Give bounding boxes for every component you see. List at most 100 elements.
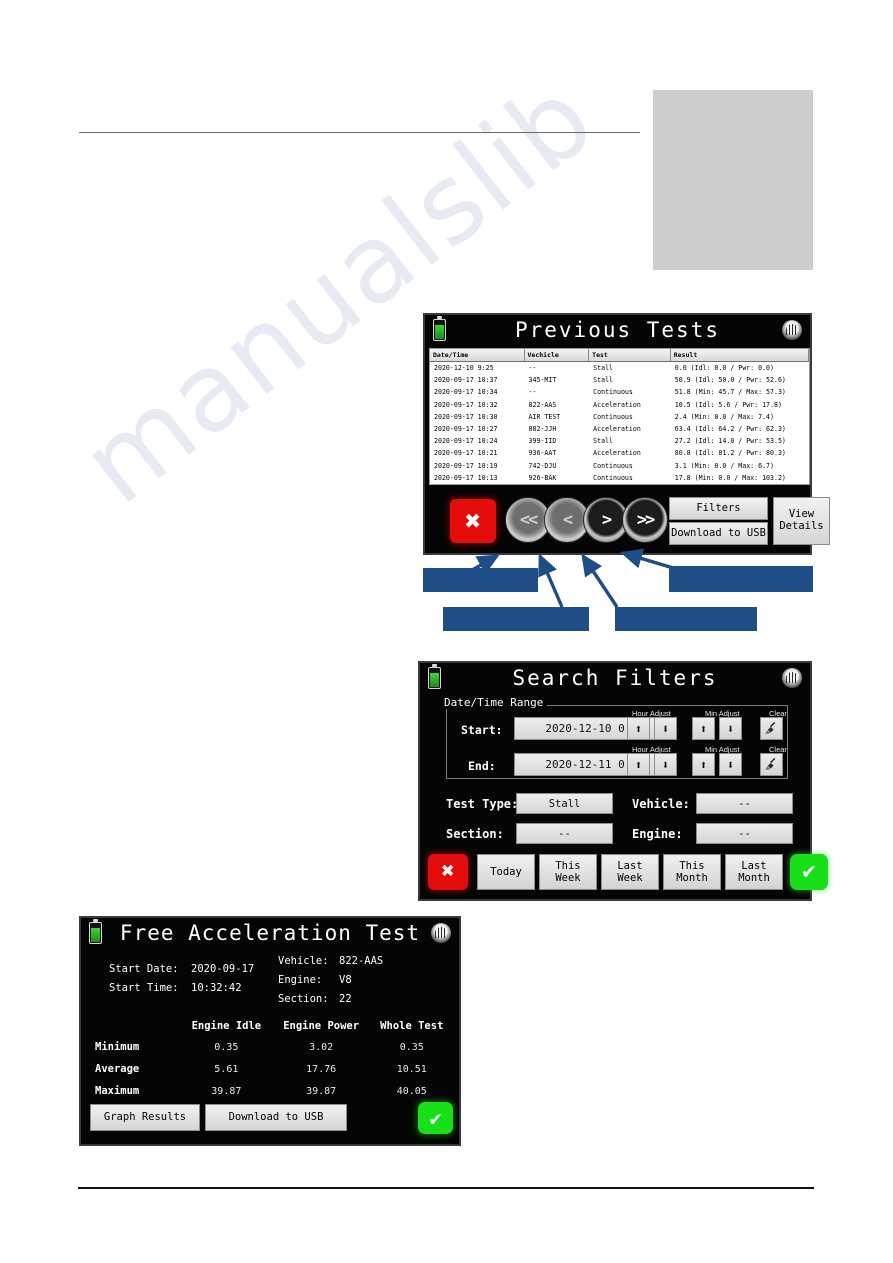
table-row[interactable]: 2020-09-17 10:13 926-BAK Continuous 17.8… [430,472,809,484]
confirm-button[interactable]: ✔ [790,854,828,890]
cell-datetime: 2020-09-17 10:34 [434,388,498,397]
section-field[interactable]: -- [516,823,613,844]
close-button[interactable]: ✖ [450,499,496,543]
cell-result: 27.2 (Idl: 14.0 / Pwr: 53.5) [674,437,786,446]
section-label: Section: [446,827,504,841]
table-row[interactable]: 2020-09-17 10:37 345-MIT Stall 50.9 (Idl… [430,374,809,386]
callout-box-last-page [669,566,813,592]
broom-icon-glyph [765,721,776,734]
table-row[interactable]: 2020-12-10 9:25 -- Stall 0.0 (Idl: 0.0 /… [430,362,809,374]
column-header-datetime: Date/Time [430,349,525,361]
start-date-label: Start Date: [109,963,179,975]
cell-test: Stall [593,437,614,446]
end-hour-down-button[interactable]: ⬇ [654,753,677,776]
date-time-range-legend: Date/Time Range [440,696,548,709]
cell-test: Acceleration [593,425,641,434]
confirm-button[interactable]: ✔ [418,1102,453,1134]
start-clear-broom-icon[interactable] [760,717,783,740]
vehicle-label: Vehicle: [632,797,690,811]
table-row[interactable]: 2020-09-17 10:19 742-DJU Continuous 3.1 … [430,460,809,472]
last-page-button[interactable]: >> [622,497,668,543]
last-month-button[interactable]: Last Month [725,854,783,890]
average-engine-idle: 5.61 [214,1063,239,1075]
table-row[interactable]: 2020-09-17 10:32 822-AAS Acceleration 10… [430,399,809,411]
start-datetime-field[interactable]: 2020-12-10 0:00 [514,717,676,740]
table-row[interactable]: 2020-09-17 10:27 882-JJH Acceleration 63… [430,423,809,435]
table-row-selected[interactable]: 2020-09-17 9:59 124-QYR Continuous 58.9 … [430,483,809,484]
row-label-minimum: Minimum [95,1041,140,1053]
this-week-button[interactable]: This Week [539,854,597,890]
download-to-usb-button[interactable]: Download to USB [669,522,768,545]
cell-test: Stall [593,376,614,385]
cell-datetime: 2020-09-17 10:32 [434,400,498,409]
cell-datetime: 2020-09-17 10:37 [434,376,498,385]
cell-result: 0.0 (Idl: 0.0 / Pwr: 0.0) [674,364,774,373]
row-label-average: Average [95,1063,140,1075]
end-label: End: [468,759,496,773]
maximum-engine-power: 39.87 [306,1085,337,1097]
end-hour-up-button[interactable]: ⬆ [627,753,650,776]
document-page: manualslib Previous Tests Date/Time Vech… [0,0,893,1263]
table-row[interactable]: 2020-09-17 10:34 -- Continuous 51.8 (Min… [430,386,809,398]
end-min-up-button[interactable]: ⬆ [692,753,715,776]
today-button[interactable]: Today [477,854,535,890]
start-time-label: Start Time: [109,982,179,994]
cell-test: Continuous [593,412,633,421]
minimum-engine-power: 3.02 [309,1041,334,1053]
average-whole-test: 10.51 [396,1063,427,1075]
cell-vehicle: 882-JJH [528,425,557,434]
this-month-button[interactable]: This Month [663,854,721,890]
table-row[interactable]: 2020-09-17 10:21 936-AAT Acceleration 80… [430,447,809,459]
results-col-engine-idle: Engine Idle [191,1020,262,1032]
end-clear-broom-icon[interactable] [760,753,783,776]
previous-tests-header: Previous Tests [425,315,810,345]
results-table: Engine Idle Engine Power Whole Test Mini… [95,1016,453,1102]
table-row[interactable]: 2020-09-17 10:24 399-IID Stall 27.2 (Idl… [430,435,809,447]
cell-vehicle: 936-AAT [528,449,557,458]
cell-result: 50.9 (Idl: 50.0 / Pwr: 52.6) [674,376,786,385]
previous-tests-table[interactable]: Date/Time Vechicle Test Result 2020-12-1… [429,348,810,485]
table-row[interactable]: 2020-09-17 10:30 AIR TEST Continuous 2.4… [430,411,809,423]
section-label: Section: [278,993,329,1005]
free-acceleration-toolbar: Graph Results Download to USB ✔ [81,1102,459,1138]
test-type-field[interactable]: Stall [516,793,613,814]
cell-vehicle: -- [528,388,537,397]
start-label: Start: [461,723,503,737]
minimum-engine-idle: 0.35 [214,1041,239,1053]
start-time-value: 10:32:42 [191,982,242,994]
view-details-button[interactable]: View Details [773,497,830,545]
start-min-up-button[interactable]: ⬆ [692,717,715,740]
vehicle-field[interactable]: -- [696,793,793,814]
cell-test: Stall [593,364,614,373]
table-header-row: Date/Time Vechicle Test Result [430,349,809,362]
cancel-button[interactable]: ✖ [428,854,468,890]
cell-vehicle: 742-DJU [528,461,557,470]
end-datetime-field[interactable]: 2020-12-11 0:00 [514,753,676,776]
maximum-engine-idle: 39.87 [211,1085,242,1097]
placeholder-image-box [653,90,813,270]
cell-vehicle: 822-AAS [528,400,557,409]
end-min-down-button[interactable]: ⬇ [719,753,742,776]
start-hour-down-button[interactable]: ⬇ [654,717,677,740]
vehicle-value: 822-AAS [339,955,384,967]
results-header-row: Engine Idle Engine Power Whole Test [95,1016,453,1036]
engine-value: V8 [339,974,352,986]
cell-vehicle: 345-MIT [528,376,557,385]
results-row-maximum: Maximum 39.87 39.87 40.05 [95,1080,453,1102]
engine-field[interactable]: -- [696,823,793,844]
cell-test: Acceleration [593,449,641,458]
cell-datetime: 2020-09-17 10:13 [434,473,498,482]
average-engine-power: 17.76 [306,1063,337,1075]
callout-box-next-page [615,607,757,631]
filters-button[interactable]: Filters [669,497,768,520]
callout-box-previous-page [443,607,589,631]
cell-test: Acceleration [593,400,641,409]
free-acceleration-test-screen: Free Acceleration Test Start Date: 2020-… [79,916,461,1146]
start-hour-up-button[interactable]: ⬆ [627,717,650,740]
download-to-usb-button[interactable]: Download to USB [205,1104,347,1131]
start-min-down-button[interactable]: ⬇ [719,717,742,740]
cell-datetime: 2020-09-17 10:24 [434,437,498,446]
graph-results-button[interactable]: Graph Results [90,1104,200,1131]
free-acceleration-title: Free Acceleration Test [119,921,421,945]
last-week-button[interactable]: Last Week [601,854,659,890]
